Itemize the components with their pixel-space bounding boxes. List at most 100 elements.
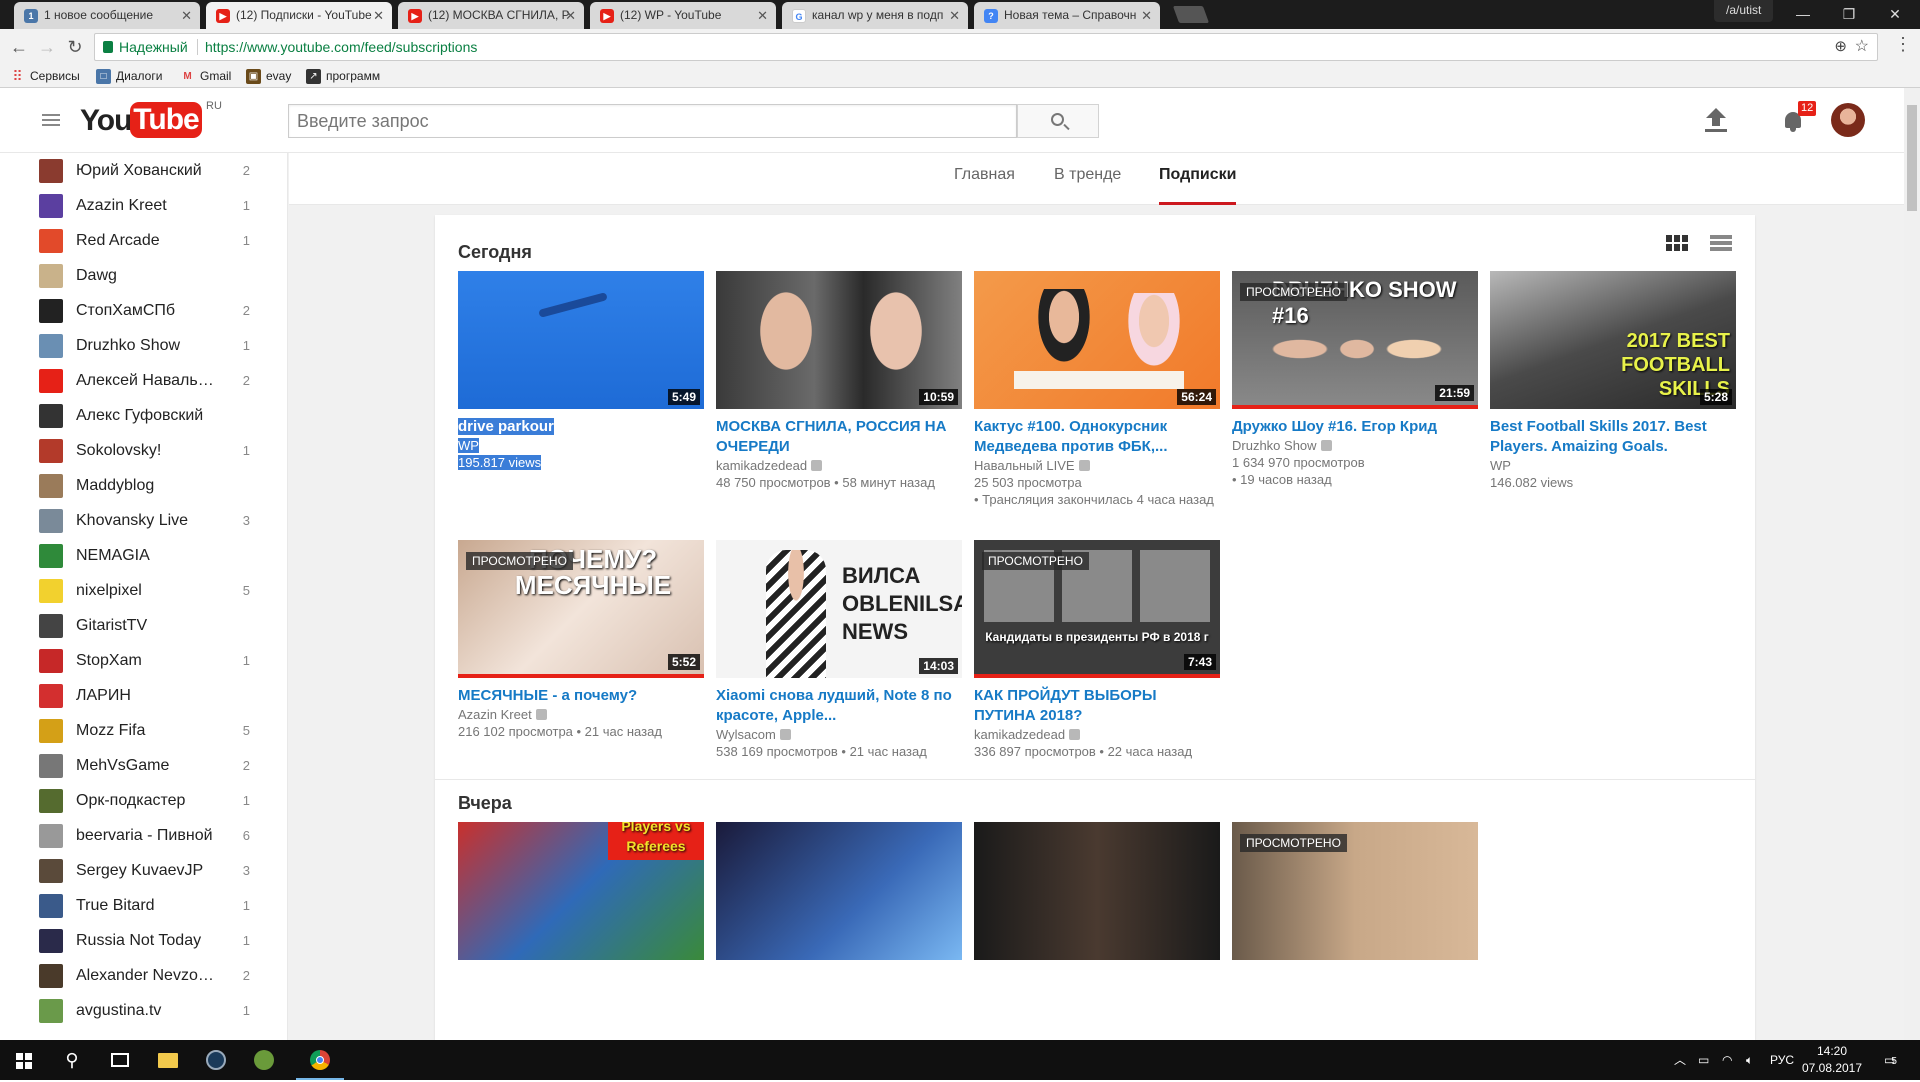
video-card[interactable]: Кандидаты в президенты РФ в 2018 г ПРОСМ… (974, 540, 1220, 760)
close-icon[interactable]: ✕ (949, 2, 960, 29)
sidebar-subscription-item[interactable]: Mozz Fifa 5 (0, 713, 287, 748)
task-view-icon[interactable] (96, 1040, 144, 1080)
browser-menu-icon[interactable]: ⋮ (1894, 34, 1912, 55)
video-channel[interactable]: Навальный LIVE (974, 458, 1075, 473)
video-title[interactable]: КАК ПРОЙДУТ ВЫБОРЫ ПУТИНА 2018? (974, 686, 1220, 726)
video-title[interactable]: Кактус #100. Однокурсник Медведева проти… (974, 417, 1220, 457)
close-icon[interactable]: ✕ (757, 2, 768, 29)
sidebar-subscription-item[interactable]: Sergey KuvaevJP 3 (0, 853, 287, 888)
file-explorer-icon[interactable] (144, 1040, 192, 1080)
sidebar-subscription-item[interactable]: NEMAGIA (0, 538, 287, 573)
sidebar-subscription-item[interactable]: Алексей Навальный 2 (0, 363, 287, 398)
bookmark-star-icon[interactable]: ☆ (1855, 34, 1869, 60)
video-thumbnail[interactable] (974, 822, 1220, 960)
account-avatar[interactable] (1831, 103, 1865, 137)
bookmark-programs[interactable]: ↗ программ (306, 68, 380, 85)
video-thumbnail[interactable]: 56:24 (974, 271, 1220, 409)
video-thumbnail[interactable]: 2017 BEST FOOTBALL SKILLS 5:28 (1490, 271, 1736, 409)
browser-tab-active[interactable]: ▶ (12) Подписки - YouTube ✕ (206, 2, 392, 29)
sidebar-subscription-item[interactable]: СтопХамСПб 2 (0, 293, 287, 328)
bookmark-gmail[interactable]: M Gmail (180, 68, 231, 85)
video-thumbnail[interactable]: ВИЛСА OBLENILSA NEWS 14:03 (716, 540, 962, 678)
video-card[interactable]: ВИЛСА OBLENILSA NEWS 14:03 Xiaomi снова … (716, 540, 962, 760)
video-title[interactable]: drive parkour (458, 418, 554, 435)
search-button[interactable] (1017, 104, 1099, 138)
app-icon[interactable] (240, 1040, 288, 1080)
video-card[interactable]: ПОЧЕМУ? МЕСЯЧНЫЕ ПРОСМОТРЕНО 5:52 МЕСЯЧН… (458, 540, 704, 740)
video-card[interactable]: 2017 BEST FOOTBALL SKILLS 5:28 Best Foot… (1490, 271, 1736, 491)
video-card[interactable]: DRUZHKO SHOW #16 ПРОСМОТРЕНО 21:59 Дружк… (1232, 271, 1478, 488)
browser-tab[interactable]: G канал wp у меня в подп ✕ (782, 2, 968, 29)
video-thumbnail[interactable]: Кандидаты в президенты РФ в 2018 г ПРОСМ… (974, 540, 1220, 678)
chrome-icon[interactable] (296, 1040, 344, 1080)
sidebar-subscription-item[interactable]: Khovansky Live 3 (0, 503, 287, 538)
windows-start-icon[interactable] (0, 1040, 48, 1080)
video-thumbnail[interactable]: ПРОСМОТРЕНО (1232, 822, 1478, 960)
language-indicator[interactable]: РУС (1770, 1040, 1794, 1080)
volume-icon[interactable]: 🔈︎ (1746, 1040, 1753, 1080)
video-title[interactable]: МЕСЯЧНЫЕ - а почему? (458, 686, 704, 706)
video-title[interactable]: Best Football Skills 2017. Best Players.… (1490, 417, 1736, 457)
close-icon[interactable]: ✕ (373, 2, 384, 29)
video-card[interactable] (716, 822, 962, 960)
sidebar-subscription-item[interactable]: StopXam 1 (0, 643, 287, 678)
profile-name[interactable]: /a/utist (1714, 0, 1774, 22)
sidebar-subscription-item[interactable]: True Bitard 1 (0, 888, 287, 923)
video-card[interactable] (974, 822, 1220, 960)
action-center-icon[interactable]: ▭5 (1884, 1040, 1897, 1080)
video-thumbnail[interactable]: DRUZHKO SHOW #16 ПРОСМОТРЕНО 21:59 (1232, 271, 1478, 409)
sidebar-subscription-item[interactable]: beervaria - Пивной 6 (0, 818, 287, 853)
zoom-icon[interactable]: ⊕ (1834, 34, 1847, 60)
scrollbar-thumb[interactable] (1907, 105, 1917, 211)
grid-view-icon[interactable] (1666, 235, 1688, 251)
sidebar-subscription-item[interactable]: Юрий Хованский 2 (0, 153, 287, 188)
restore-icon[interactable]: ❐ (1826, 2, 1872, 26)
list-view-icon[interactable] (1710, 235, 1732, 251)
sidebar-subscription-item[interactable]: ЛАРИН (0, 678, 287, 713)
sidebar-subscription-item[interactable]: Druzhko Show 1 (0, 328, 287, 363)
video-channel[interactable]: kamikadzedead (974, 727, 1065, 742)
bookmark-evay[interactable]: ▣ evay (246, 68, 291, 85)
close-icon[interactable]: ✕ (1141, 2, 1152, 29)
sidebar-subscription-item[interactable]: Alexander Nevzorov 2 (0, 958, 287, 993)
minimize-icon[interactable]: — (1780, 2, 1826, 26)
video-title[interactable]: Xiaomi снова лудший, Note 8 по красоте, … (716, 686, 962, 726)
steam-icon[interactable] (192, 1040, 240, 1080)
tab-subscriptions[interactable]: Подписки (1159, 153, 1237, 205)
sidebar-subscription-item[interactable]: Dawg (0, 258, 287, 293)
sidebar-subscription-item[interactable]: GitaristTV (0, 608, 287, 643)
address-bar[interactable]: Надежный https://www.youtube.com/feed/su… (94, 33, 1878, 61)
new-tab-button[interactable] (1172, 6, 1210, 23)
reload-icon[interactable]: ↻ (62, 34, 88, 60)
tab-home[interactable]: Главная (954, 153, 1015, 205)
video-channel[interactable]: Wylsacom (716, 727, 776, 742)
browser-tab[interactable]: ▶ (12) МОСКВА СГНИЛА, Р ✕ (398, 2, 584, 29)
show-hidden-icons-icon[interactable]: ︿ (1674, 1040, 1686, 1080)
sidebar-subscription-item[interactable]: Azazin Kreet 1 (0, 188, 287, 223)
video-card[interactable]: 56:24 Кактус #100. Однокурсник Медведева… (974, 271, 1220, 508)
browser-tab[interactable]: ? Новая тема – Справочн ✕ (974, 2, 1160, 29)
battery-icon[interactable]: ▭ (1698, 1040, 1709, 1080)
hamburger-menu-icon[interactable] (42, 114, 60, 126)
tab-trending[interactable]: В тренде (1054, 153, 1121, 205)
browser-tab[interactable]: ▶ (12) WP - YouTube ✕ (590, 2, 776, 29)
video-title[interactable]: МОСКВА СГНИЛА, РОССИЯ НА ОЧЕРЕДИ (716, 417, 962, 457)
video-card[interactable]: ПРОСМОТРЕНО (1232, 822, 1478, 960)
wifi-icon[interactable]: ◠ (1722, 1040, 1732, 1080)
sidebar-subscription-item[interactable]: avgustina.tv 1 (0, 993, 287, 1028)
video-thumbnail[interactable]: ПОЧЕМУ? МЕСЯЧНЫЕ ПРОСМОТРЕНО 5:52 (458, 540, 704, 678)
sidebar-subscription-item[interactable]: Орк-подкастер 1 (0, 783, 287, 818)
video-channel[interactable]: WP (1490, 457, 1736, 474)
close-icon[interactable]: ✕ (565, 2, 576, 29)
video-card[interactable]: Players vs Referees (458, 822, 704, 960)
sidebar-subscription-item[interactable]: nixelpixel 5 (0, 573, 287, 608)
video-channel[interactable]: Azazin Kreet (458, 707, 532, 722)
system-clock[interactable]: 14:20 07.08.2017 (1796, 1043, 1868, 1077)
forward-arrow-icon[interactable]: → (34, 34, 60, 60)
page-scrollbar[interactable] (1904, 88, 1920, 1040)
video-card[interactable]: 5:49 drive parkour WP 195.817 views (458, 271, 704, 471)
video-thumbnail[interactable]: Players vs Referees (458, 822, 704, 960)
browser-tab[interactable]: 1 1 новое сообщение ✕ (14, 2, 200, 29)
back-arrow-icon[interactable]: ← (6, 34, 32, 60)
close-icon[interactable]: ✕ (181, 2, 192, 29)
